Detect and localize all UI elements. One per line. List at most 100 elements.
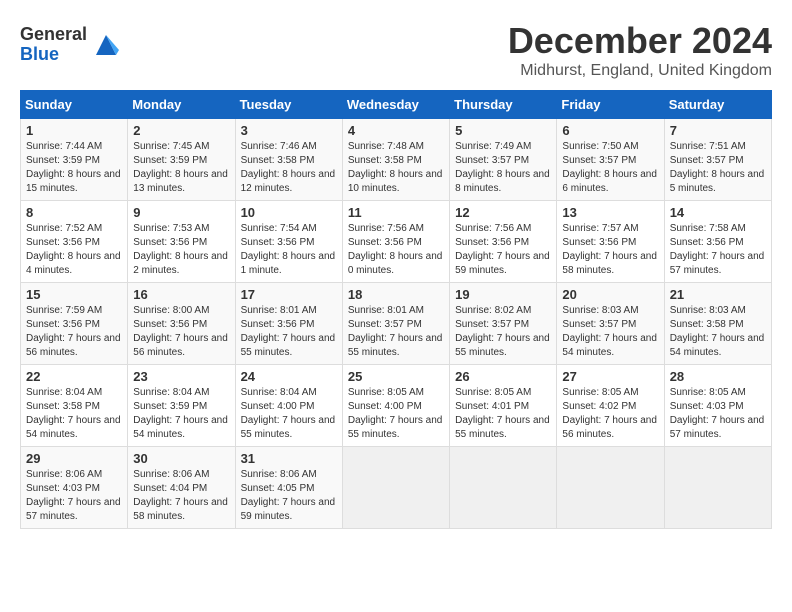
- day-number: 6: [562, 123, 658, 138]
- day-number: 12: [455, 205, 551, 220]
- day-info: Sunrise: 7:57 AMSunset: 3:56 PMDaylight:…: [562, 223, 657, 276]
- day-info: Sunrise: 7:48 AMSunset: 3:58 PMDaylight:…: [348, 141, 443, 194]
- calendar-day-cell: 14 Sunrise: 7:58 AMSunset: 3:56 PMDaylig…: [664, 201, 771, 283]
- day-info: Sunrise: 8:05 AMSunset: 4:00 PMDaylight:…: [348, 387, 443, 440]
- day-number: 18: [348, 287, 444, 302]
- day-number: 31: [241, 451, 337, 466]
- calendar-day-cell: 4 Sunrise: 7:48 AMSunset: 3:58 PMDayligh…: [342, 119, 449, 201]
- calendar-day-cell: [664, 447, 771, 529]
- day-info: Sunrise: 7:56 AMSunset: 3:56 PMDaylight:…: [348, 223, 443, 276]
- day-number: 17: [241, 287, 337, 302]
- day-info: Sunrise: 7:45 AMSunset: 3:59 PMDaylight:…: [133, 141, 228, 194]
- calendar-day-cell: 15 Sunrise: 7:59 AMSunset: 3:56 PMDaylig…: [21, 283, 128, 365]
- calendar-day-cell: 1 Sunrise: 7:44 AMSunset: 3:59 PMDayligh…: [21, 119, 128, 201]
- day-info: Sunrise: 8:06 AMSunset: 4:03 PMDaylight:…: [26, 469, 121, 522]
- weekday-header-cell: Sunday: [21, 91, 128, 119]
- weekday-header-row: SundayMondayTuesdayWednesdayThursdayFrid…: [21, 91, 772, 119]
- calendar-day-cell: 29 Sunrise: 8:06 AMSunset: 4:03 PMDaylig…: [21, 447, 128, 529]
- day-number: 23: [133, 369, 229, 384]
- day-number: 29: [26, 451, 122, 466]
- day-info: Sunrise: 7:54 AMSunset: 3:56 PMDaylight:…: [241, 223, 336, 276]
- day-info: Sunrise: 7:52 AMSunset: 3:56 PMDaylight:…: [26, 223, 121, 276]
- calendar-day-cell: 11 Sunrise: 7:56 AMSunset: 3:56 PMDaylig…: [342, 201, 449, 283]
- day-number: 21: [670, 287, 766, 302]
- day-info: Sunrise: 8:03 AMSunset: 3:58 PMDaylight:…: [670, 305, 765, 358]
- day-info: Sunrise: 7:44 AMSunset: 3:59 PMDaylight:…: [26, 141, 121, 194]
- calendar-day-cell: 16 Sunrise: 8:00 AMSunset: 3:56 PMDaylig…: [128, 283, 235, 365]
- day-info: Sunrise: 8:04 AMSunset: 4:00 PMDaylight:…: [241, 387, 336, 440]
- header: General Blue December 2024 Midhurst, Eng…: [20, 20, 772, 80]
- weekday-header-cell: Monday: [128, 91, 235, 119]
- calendar-day-cell: 21 Sunrise: 8:03 AMSunset: 3:58 PMDaylig…: [664, 283, 771, 365]
- calendar-day-cell: [342, 447, 449, 529]
- day-number: 11: [348, 205, 444, 220]
- day-info: Sunrise: 8:05 AMSunset: 4:03 PMDaylight:…: [670, 387, 765, 440]
- day-number: 10: [241, 205, 337, 220]
- calendar-day-cell: 22 Sunrise: 8:04 AMSunset: 3:58 PMDaylig…: [21, 365, 128, 447]
- day-info: Sunrise: 7:46 AMSunset: 3:58 PMDaylight:…: [241, 141, 336, 194]
- calendar-day-cell: 8 Sunrise: 7:52 AMSunset: 3:56 PMDayligh…: [21, 201, 128, 283]
- weekday-header-cell: Saturday: [664, 91, 771, 119]
- page-title: December 2024: [508, 20, 772, 62]
- weekday-header-cell: Wednesday: [342, 91, 449, 119]
- day-number: 2: [133, 123, 229, 138]
- day-number: 28: [670, 369, 766, 384]
- day-number: 20: [562, 287, 658, 302]
- calendar-day-cell: 30 Sunrise: 8:06 AMSunset: 4:04 PMDaylig…: [128, 447, 235, 529]
- day-number: 24: [241, 369, 337, 384]
- day-info: Sunrise: 7:51 AMSunset: 3:57 PMDaylight:…: [670, 141, 765, 194]
- logo-blue-text: Blue: [20, 45, 87, 65]
- day-number: 14: [670, 205, 766, 220]
- day-info: Sunrise: 8:06 AMSunset: 4:04 PMDaylight:…: [133, 469, 228, 522]
- calendar-week-row: 29 Sunrise: 8:06 AMSunset: 4:03 PMDaylig…: [21, 447, 772, 529]
- calendar-day-cell: 26 Sunrise: 8:05 AMSunset: 4:01 PMDaylig…: [450, 365, 557, 447]
- day-number: 5: [455, 123, 551, 138]
- calendar-day-cell: 7 Sunrise: 7:51 AMSunset: 3:57 PMDayligh…: [664, 119, 771, 201]
- calendar-week-row: 8 Sunrise: 7:52 AMSunset: 3:56 PMDayligh…: [21, 201, 772, 283]
- weekday-header-cell: Friday: [557, 91, 664, 119]
- calendar-day-cell: 9 Sunrise: 7:53 AMSunset: 3:56 PMDayligh…: [128, 201, 235, 283]
- day-number: 25: [348, 369, 444, 384]
- day-number: 27: [562, 369, 658, 384]
- calendar-table: SundayMondayTuesdayWednesdayThursdayFrid…: [20, 90, 772, 529]
- day-info: Sunrise: 8:03 AMSunset: 3:57 PMDaylight:…: [562, 305, 657, 358]
- day-info: Sunrise: 8:01 AMSunset: 3:57 PMDaylight:…: [348, 305, 443, 358]
- calendar-day-cell: 31 Sunrise: 8:06 AMSunset: 4:05 PMDaylig…: [235, 447, 342, 529]
- day-info: Sunrise: 8:01 AMSunset: 3:56 PMDaylight:…: [241, 305, 336, 358]
- day-number: 22: [26, 369, 122, 384]
- page-subtitle: Midhurst, England, United Kingdom: [508, 62, 772, 80]
- day-info: Sunrise: 7:53 AMSunset: 3:56 PMDaylight:…: [133, 223, 228, 276]
- day-number: 16: [133, 287, 229, 302]
- day-info: Sunrise: 8:04 AMSunset: 3:59 PMDaylight:…: [133, 387, 228, 440]
- day-info: Sunrise: 7:49 AMSunset: 3:57 PMDaylight:…: [455, 141, 550, 194]
- day-info: Sunrise: 8:05 AMSunset: 4:02 PMDaylight:…: [562, 387, 657, 440]
- day-info: Sunrise: 8:00 AMSunset: 3:56 PMDaylight:…: [133, 305, 228, 358]
- day-number: 1: [26, 123, 122, 138]
- calendar-day-cell: 2 Sunrise: 7:45 AMSunset: 3:59 PMDayligh…: [128, 119, 235, 201]
- logo: General Blue: [20, 25, 121, 65]
- calendar-day-cell: 27 Sunrise: 8:05 AMSunset: 4:02 PMDaylig…: [557, 365, 664, 447]
- calendar-day-cell: 25 Sunrise: 8:05 AMSunset: 4:00 PMDaylig…: [342, 365, 449, 447]
- calendar-day-cell: 19 Sunrise: 8:02 AMSunset: 3:57 PMDaylig…: [450, 283, 557, 365]
- calendar-day-cell: 23 Sunrise: 8:04 AMSunset: 3:59 PMDaylig…: [128, 365, 235, 447]
- day-info: Sunrise: 8:02 AMSunset: 3:57 PMDaylight:…: [455, 305, 550, 358]
- day-number: 26: [455, 369, 551, 384]
- logo-icon: [91, 30, 121, 60]
- calendar-day-cell: 10 Sunrise: 7:54 AMSunset: 3:56 PMDaylig…: [235, 201, 342, 283]
- calendar-day-cell: 28 Sunrise: 8:05 AMSunset: 4:03 PMDaylig…: [664, 365, 771, 447]
- day-number: 15: [26, 287, 122, 302]
- day-number: 3: [241, 123, 337, 138]
- title-area: December 2024 Midhurst, England, United …: [508, 20, 772, 80]
- calendar-day-cell: 13 Sunrise: 7:57 AMSunset: 3:56 PMDaylig…: [557, 201, 664, 283]
- day-number: 19: [455, 287, 551, 302]
- calendar-day-cell: 17 Sunrise: 8:01 AMSunset: 3:56 PMDaylig…: [235, 283, 342, 365]
- calendar-week-row: 1 Sunrise: 7:44 AMSunset: 3:59 PMDayligh…: [21, 119, 772, 201]
- calendar-day-cell: 6 Sunrise: 7:50 AMSunset: 3:57 PMDayligh…: [557, 119, 664, 201]
- day-number: 9: [133, 205, 229, 220]
- weekday-header-cell: Thursday: [450, 91, 557, 119]
- calendar-week-row: 15 Sunrise: 7:59 AMSunset: 3:56 PMDaylig…: [21, 283, 772, 365]
- day-info: Sunrise: 7:58 AMSunset: 3:56 PMDaylight:…: [670, 223, 765, 276]
- day-info: Sunrise: 7:59 AMSunset: 3:56 PMDaylight:…: [26, 305, 121, 358]
- day-number: 4: [348, 123, 444, 138]
- calendar-day-cell: [450, 447, 557, 529]
